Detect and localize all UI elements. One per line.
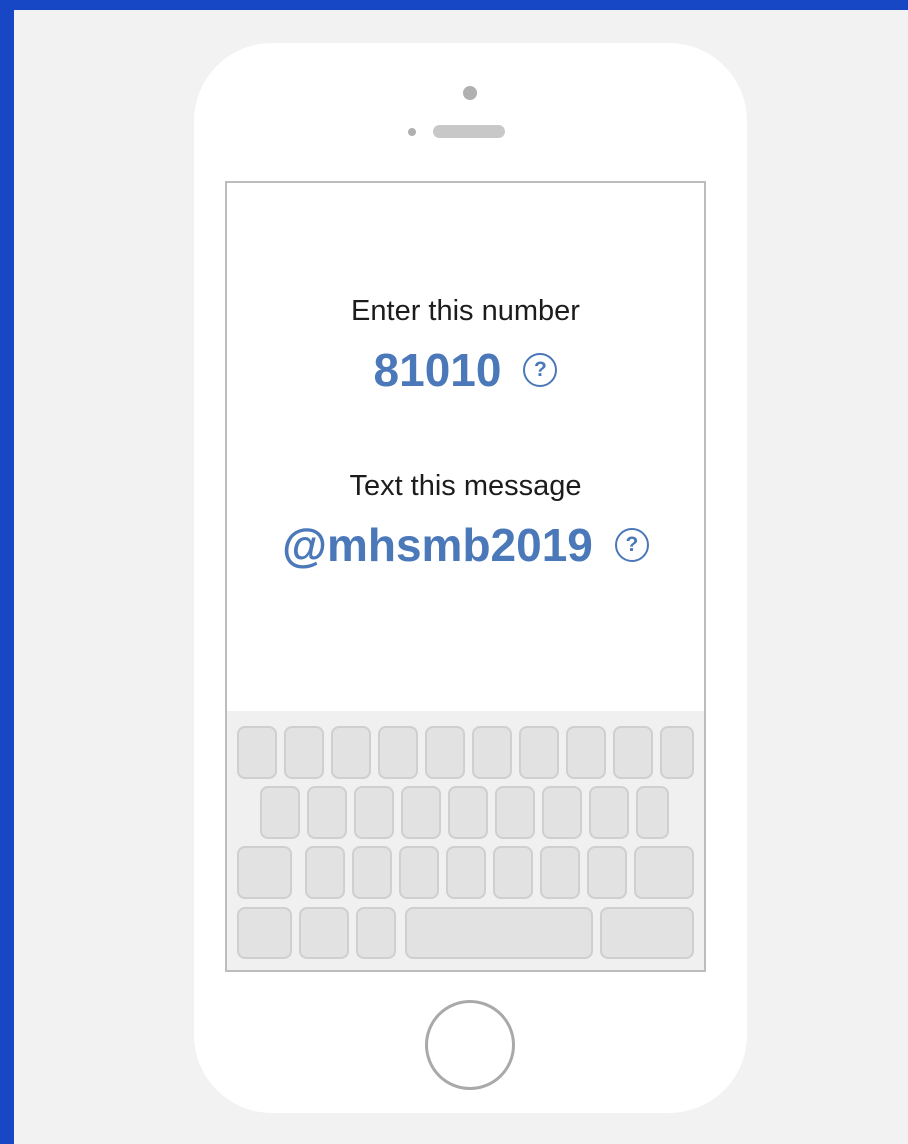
keyboard-illustration bbox=[227, 711, 704, 970]
keyboard-key bbox=[660, 726, 694, 779]
keyboard-key bbox=[542, 786, 582, 839]
return-key bbox=[600, 907, 694, 959]
keyboard-key bbox=[495, 786, 535, 839]
keyboard-key bbox=[399, 846, 439, 899]
proximity-sensor bbox=[408, 128, 416, 136]
short-code-number: 81010 bbox=[373, 344, 502, 396]
keyboard-key bbox=[352, 846, 392, 899]
keyboard-key bbox=[472, 726, 512, 779]
keyboard-key bbox=[566, 726, 606, 779]
keyboard-key bbox=[613, 726, 653, 779]
question-circle-icon[interactable]: ? bbox=[614, 528, 649, 562]
keyword-message: @mhsmb2019 bbox=[282, 519, 593, 571]
keyboard-key bbox=[589, 786, 629, 839]
keyboard-key bbox=[305, 846, 345, 899]
text-instructions: Enter this number 81010 ? Text this mess… bbox=[227, 183, 704, 711]
home-button bbox=[425, 1000, 515, 1090]
phone-illustration: Enter this number 81010 ? Text this mess… bbox=[194, 43, 747, 1113]
question-circle-icon[interactable]: ? bbox=[523, 353, 558, 387]
message-label: Text this message bbox=[349, 470, 582, 502]
keyboard-key bbox=[448, 786, 488, 839]
keyboard-key bbox=[331, 726, 371, 779]
earpiece-speaker bbox=[433, 125, 505, 138]
message-row: @mhsmb2019 ? bbox=[227, 518, 704, 572]
keyboard-key bbox=[401, 786, 441, 839]
keyboard-key bbox=[354, 786, 394, 839]
keyboard-key bbox=[260, 786, 300, 839]
keyboard-key bbox=[446, 846, 486, 899]
keyboard-key bbox=[284, 726, 324, 779]
front-camera bbox=[463, 86, 477, 100]
keyboard-key bbox=[587, 846, 627, 899]
phone-screen: Enter this number 81010 ? Text this mess… bbox=[225, 181, 706, 972]
keyboard-key bbox=[378, 726, 418, 779]
numbers-key bbox=[237, 907, 292, 959]
emoji-key bbox=[299, 907, 349, 959]
keyboard-key bbox=[493, 846, 533, 899]
keyboard-key bbox=[425, 726, 465, 779]
keyboard-key bbox=[636, 786, 669, 839]
number-label: Enter this number bbox=[351, 295, 580, 327]
backspace-key bbox=[634, 846, 694, 899]
mic-key bbox=[356, 907, 396, 959]
keyboard-key bbox=[307, 786, 347, 839]
keyboard-key bbox=[540, 846, 580, 899]
number-row: 81010 ? bbox=[227, 343, 704, 397]
space-key bbox=[405, 907, 593, 959]
page-background: Enter this number 81010 ? Text this mess… bbox=[14, 10, 908, 1144]
keyboard-key bbox=[519, 726, 559, 779]
shift-key bbox=[237, 846, 292, 899]
keyboard-key bbox=[237, 726, 277, 779]
